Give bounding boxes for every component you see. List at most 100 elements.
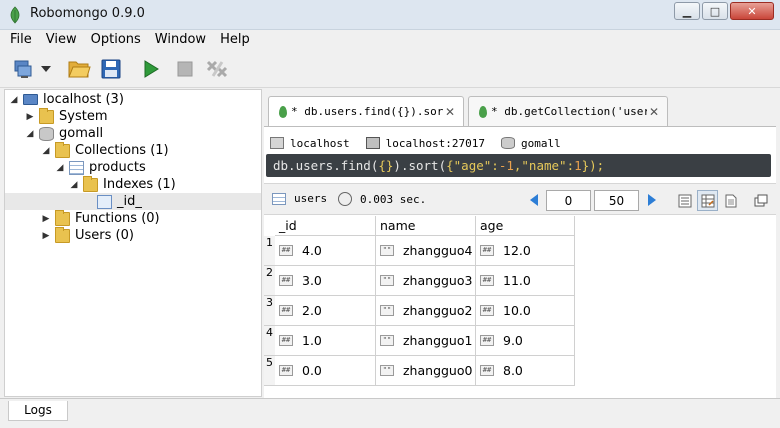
- connect-button[interactable]: [12, 56, 38, 82]
- maximize-icon: □: [709, 4, 721, 18]
- tree-node-label: products: [89, 160, 146, 175]
- next-page-icon[interactable]: [648, 194, 656, 206]
- cell-age[interactable]: ## 10.0: [476, 296, 575, 326]
- cell-id[interactable]: ## 4.0: [275, 236, 376, 266]
- query-editor[interactable]: db.users.find({}).sort({"age":-1,"name":…: [266, 154, 771, 177]
- menu-options[interactable]: Options: [84, 30, 148, 50]
- server-icon: [365, 137, 380, 149]
- tab-logs[interactable]: Logs: [8, 401, 68, 421]
- query-end: });: [581, 158, 605, 173]
- collection-info: users: [272, 192, 327, 205]
- orientation-button[interactable]: [204, 56, 230, 82]
- tree-node-label: Users (0): [75, 228, 134, 243]
- cell-name[interactable]: "" zhangguo4: [376, 236, 476, 266]
- save-button[interactable]: [98, 56, 124, 82]
- tree-node-label: Indexes (1): [103, 177, 176, 192]
- tab-label: * db.getCollection('user…: [491, 105, 647, 118]
- table-icon: [272, 192, 286, 205]
- tree-node-collections[interactable]: ◢ Collections (1): [41, 141, 169, 159]
- row-number: 3: [264, 296, 275, 326]
- execute-button[interactable]: [138, 56, 164, 82]
- menu-window[interactable]: Window: [148, 30, 213, 50]
- skip-input[interactable]: [546, 190, 591, 211]
- tree-node-functions[interactable]: ▶ Functions (0): [41, 209, 160, 227]
- table-icon: [69, 160, 84, 175]
- column-header-name[interactable]: name: [376, 216, 476, 236]
- tree-node-users[interactable]: ▶ Users (0): [41, 226, 134, 244]
- close-tab-icon[interactable]: ✕: [647, 105, 661, 119]
- cell-age[interactable]: ## 8.0: [476, 356, 575, 386]
- menu-file[interactable]: File: [0, 30, 39, 50]
- column-header-id[interactable]: _id: [275, 216, 376, 236]
- limit-input[interactable]: [594, 190, 639, 211]
- stop-button[interactable]: [172, 56, 198, 82]
- connection-database: gomall: [500, 137, 561, 150]
- maximize-results-button[interactable]: [750, 190, 771, 211]
- cell-name[interactable]: "" zhangguo2: [376, 296, 476, 326]
- maximize-button[interactable]: □: [702, 2, 728, 20]
- tree-node-system[interactable]: ▶ System: [25, 107, 107, 125]
- connect-icon: [14, 60, 32, 78]
- cell-value: zhangguo0: [403, 363, 473, 378]
- connect-dropdown-button[interactable]: [38, 56, 54, 82]
- column-header-age[interactable]: age: [476, 216, 575, 236]
- close-tab-icon[interactable]: ✕: [443, 105, 457, 119]
- number-type-icon: ##: [279, 305, 293, 316]
- cell-value: 11.0: [503, 273, 531, 288]
- cell-value: zhangguo2: [403, 303, 473, 318]
- cell-name[interactable]: "" zhangguo0: [376, 356, 476, 386]
- tree-view-button[interactable]: [674, 190, 695, 211]
- text-view-icon: [725, 194, 736, 207]
- tree-node-localhost[interactable]: ◢ localhost (3): [9, 91, 124, 108]
- menu-bar: File View Options Window Help: [0, 30, 780, 50]
- cell-age[interactable]: ## 11.0: [476, 266, 575, 296]
- tree-node-indexes[interactable]: ◢ Indexes (1): [69, 175, 176, 193]
- table-view-button[interactable]: [697, 190, 718, 211]
- menu-view[interactable]: View: [39, 30, 84, 50]
- folder-icon: [39, 107, 54, 124]
- expanded-arrow-icon[interactable]: ◢: [9, 95, 19, 105]
- window-title: Robomongo 0.9.0: [30, 6, 145, 21]
- cell-age[interactable]: ## 12.0: [476, 236, 575, 266]
- minimize-button[interactable]: ▁: [674, 2, 700, 20]
- tree-view-icon: [678, 194, 691, 207]
- folder-icon: [55, 141, 70, 158]
- toolbar: [0, 50, 780, 88]
- cell-id[interactable]: ## 1.0: [275, 326, 376, 356]
- expanded-arrow-icon[interactable]: ◢: [41, 146, 51, 156]
- cell-value: zhangguo3: [403, 273, 473, 288]
- tab-content: localhost localhost:27017 gomall db.user…: [264, 126, 776, 398]
- previous-page-icon[interactable]: [530, 194, 538, 206]
- query-arg: {}: [378, 158, 394, 173]
- cell-name[interactable]: "" zhangguo3: [376, 266, 476, 296]
- tree-node-label: Collections (1): [75, 143, 169, 158]
- tree-node-gomall[interactable]: ◢ gomall: [25, 125, 104, 142]
- query-text: ).sort(: [393, 158, 447, 173]
- expanded-arrow-icon[interactable]: ◢: [25, 129, 35, 139]
- host-label: localhost: [290, 136, 350, 150]
- connection-host: localhost: [270, 137, 350, 150]
- cell-name[interactable]: "" zhangguo1: [376, 326, 476, 356]
- expanded-arrow-icon[interactable]: ◢: [69, 180, 79, 190]
- expanded-arrow-icon[interactable]: ◢: [55, 163, 65, 173]
- tree-node-label: gomall: [59, 126, 104, 141]
- tab-query-1[interactable]: * db.users.find({}).sort… ✕: [268, 96, 464, 126]
- collapsed-arrow-icon[interactable]: ▶: [41, 231, 51, 241]
- text-view-button[interactable]: [720, 190, 741, 211]
- tab-query-2[interactable]: * db.getCollection('user… ✕: [468, 96, 668, 126]
- tree-node-index-id[interactable]: _id_: [5, 193, 261, 210]
- open-button[interactable]: [66, 56, 92, 82]
- cell-id[interactable]: ## 3.0: [275, 266, 376, 296]
- cell-value: zhangguo4: [403, 243, 473, 258]
- tree-node-label: _id_: [117, 194, 142, 209]
- close-window-button[interactable]: ✕: [730, 2, 774, 20]
- cell-id[interactable]: ## 2.0: [275, 296, 376, 326]
- cell-id[interactable]: ## 0.0: [275, 356, 376, 386]
- collapsed-arrow-icon[interactable]: ▶: [41, 214, 51, 224]
- tree-node-products[interactable]: ◢ products: [55, 159, 146, 176]
- collapsed-arrow-icon[interactable]: ▶: [25, 112, 35, 122]
- cell-age[interactable]: ## 9.0: [476, 326, 575, 356]
- menu-help[interactable]: Help: [213, 30, 257, 50]
- cell-value: 4.0: [302, 243, 322, 258]
- cell-value: 10.0: [503, 303, 531, 318]
